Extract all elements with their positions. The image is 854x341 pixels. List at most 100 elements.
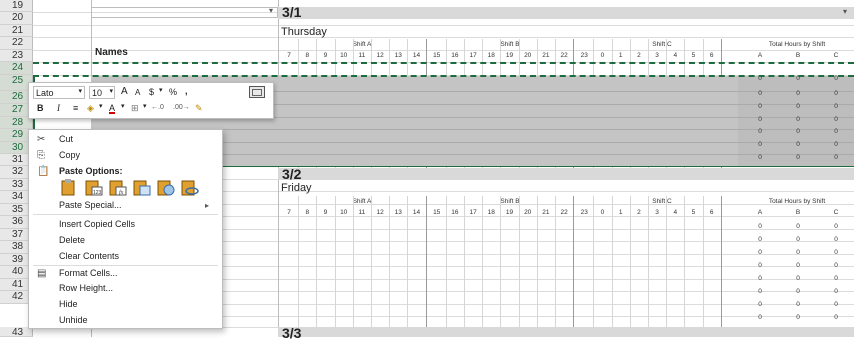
day2-name: Friday [281,182,312,194]
menu-cut[interactable]: Cut [59,133,73,146]
names-dropdown[interactable]: ▾ [91,6,278,18]
menu-separator [33,214,218,215]
hour-label: 18 [487,52,495,59]
chevron-down-icon[interactable]: ▾ [121,100,125,114]
total-hours-cell: 0 [758,288,762,295]
font-name-box[interactable]: Lato ▾ [33,86,85,99]
menu-clear-contents[interactable]: Clear Contents [59,250,119,263]
currency-button[interactable]: $ [149,85,154,99]
clipboard-icon: 📋 [37,166,50,177]
italic-button[interactable]: I [57,101,60,115]
format-painter-icon[interactable] [249,86,265,98]
hour-col-line [573,196,575,336]
hour-label: 10 [340,52,348,59]
align-icon[interactable]: ≡ [73,101,78,115]
menu-hide[interactable]: Hide [59,298,78,311]
hour-label: 22 [560,209,568,216]
paste-link-icon[interactable] [179,178,199,196]
menu-delete[interactable]: Delete [59,234,85,247]
shift-a-label: Shift A [352,41,372,48]
shift-c-label: Shift C [652,41,672,48]
names-header: Names [95,47,128,58]
hour-label: 11 [358,52,366,59]
menu-format-cells[interactable]: Format Cells... [59,267,118,280]
grid-line [33,37,854,38]
menu-paste-special[interactable]: Paste Special... [59,199,122,212]
shift-a-label: Shift A [352,198,372,205]
increase-decimal-icon[interactable]: ←.0 [151,101,164,115]
hour-label: 7 [287,209,291,216]
hour-label: 14 [412,209,421,216]
hour-label: 4 [673,52,678,59]
hour-label: 23 [580,209,588,216]
total-hours-cell: 0 [834,301,838,308]
svg-text:fx: fx [119,189,124,196]
row-header[interactable]: 22 [0,37,33,50]
paste-icon[interactable] [59,178,79,196]
total-hours-cell: 0 [796,262,800,269]
day3-header-bar [278,327,854,337]
chevron-down-icon[interactable]: ▾ [159,84,163,98]
copy-marquee-top [33,62,854,64]
comma-button[interactable]: , [185,84,188,98]
paste-options-label: Paste Options: [59,166,123,176]
percent-button[interactable]: % [169,85,177,99]
hour-label: 20 [524,209,532,216]
borders-icon[interactable]: ⊞ [131,101,139,115]
hour-label: 5 [691,52,696,59]
row-header[interactable]: 19 [0,0,33,12]
font-name: Lato [36,88,54,98]
chevron-down-icon[interactable]: ▾ [143,100,147,114]
hour-label: 9 [323,209,328,216]
paste-formulas-icon[interactable]: fx [107,178,127,196]
paste-transpose-icon[interactable] [131,178,151,196]
decrease-decimal-icon[interactable]: .00→ [173,101,190,115]
menu-insert-copied-cells[interactable]: Insert Copied Cells [59,218,135,231]
row-header[interactable]: 24 [0,62,33,75]
row-header[interactable]: 20 [0,12,33,25]
svg-text:123: 123 [93,190,102,196]
hour-label: 17 [469,209,477,216]
paste-values-icon[interactable]: 123 [83,178,103,196]
hour-label: 6 [709,209,714,216]
chevron-down-icon: ▾ [268,6,273,15]
total-hours-cell: 0 [834,314,838,321]
hour-col-line [425,196,427,336]
hour-label: 19 [505,52,514,59]
eraser-icon[interactable]: ✎ [195,101,203,115]
hour-label: 3 [655,52,659,59]
row-header[interactable]: 23 [0,50,33,62]
total-hours-cell: 0 [758,301,762,308]
fill-color-icon[interactable]: ◈ [87,101,94,115]
hour-label: 16 [451,52,459,59]
font-size-box[interactable]: 10 ▾ [89,86,115,99]
total-hours-cell: 0 [796,236,800,243]
row-header[interactable]: 21 [0,25,33,37]
day2-header-bar [278,168,854,180]
menu-copy[interactable]: Copy [59,149,80,162]
menu-unhide[interactable]: Unhide [59,314,88,327]
shrink-font-button[interactable]: A [135,86,140,100]
day1-name: Thursday [281,26,327,38]
total-hours-cell: 0 [834,236,838,243]
menu-row-height[interactable]: Row Height... [59,282,113,295]
hour-label: 1 [618,209,623,216]
hour-label: 8 [305,52,310,59]
scissors-icon: ✂ [37,134,46,145]
hour-label: 12 [376,209,384,216]
bold-button[interactable]: B [37,101,44,115]
total-hours-cell: 0 [834,262,838,269]
font-color-button[interactable]: A [109,101,115,115]
chevron-down-icon: ▾ [78,88,82,95]
format-cells-icon: ▤ [37,268,47,279]
hour-label: 5 [691,209,696,216]
hour-label: 22 [560,52,568,59]
hour-col-line [720,196,722,336]
chevron-down-icon[interactable]: ▾ [99,100,103,114]
paste-formatting-icon[interactable] [155,178,175,196]
chevron-down-icon[interactable]: ▾ [843,7,847,16]
total-hours-cell: 0 [834,275,838,282]
grow-font-button[interactable]: A [121,85,128,99]
copy-icon: ⎘ [37,150,45,161]
hour-label: 15 [433,209,441,216]
